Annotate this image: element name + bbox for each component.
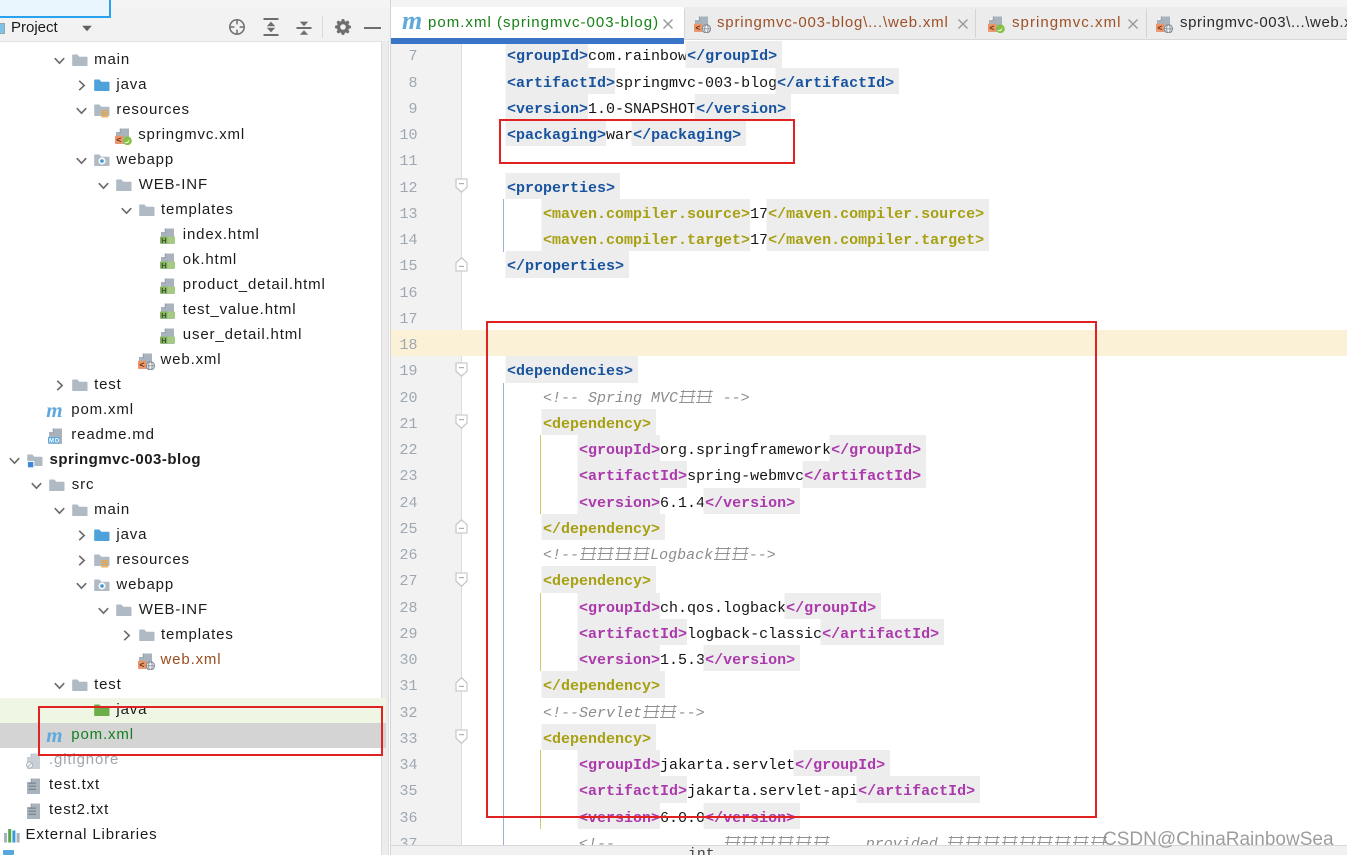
svg-text:H: H xyxy=(161,235,167,244)
svg-text:<: < xyxy=(1157,22,1162,32)
svg-text:MD: MD xyxy=(49,438,60,444)
svg-text:<: < xyxy=(117,134,123,144)
svg-text:H: H xyxy=(161,260,167,269)
svg-text:<: < xyxy=(139,659,145,669)
svg-text:<: < xyxy=(989,22,994,32)
svg-text:H: H xyxy=(161,285,167,294)
svg-text:H: H xyxy=(161,335,167,344)
svg-text:<: < xyxy=(695,22,700,32)
svg-text:<: < xyxy=(139,359,145,369)
svg-text:H: H xyxy=(161,310,167,319)
